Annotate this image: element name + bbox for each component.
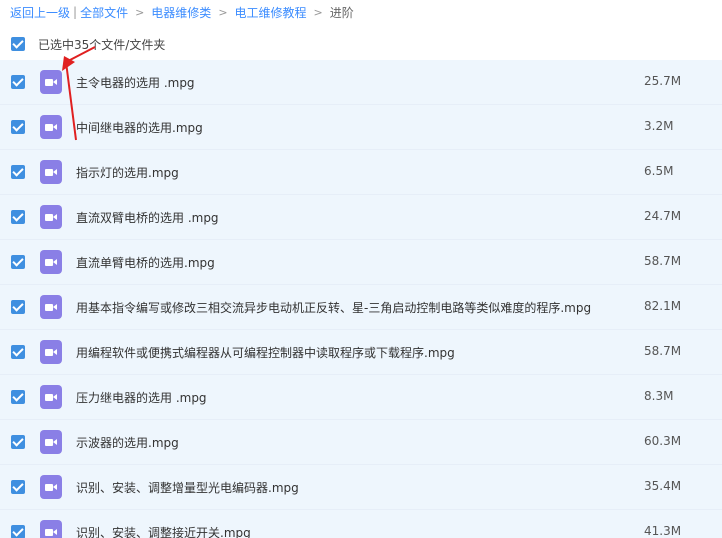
video-file-icon bbox=[40, 475, 62, 499]
file-checkbox[interactable] bbox=[11, 525, 25, 538]
file-name[interactable]: 中间继电器的选用.mpg bbox=[76, 119, 203, 136]
video-file-icon bbox=[40, 250, 62, 274]
video-file-icon bbox=[40, 430, 62, 454]
file-checkbox[interactable] bbox=[11, 435, 25, 449]
file-name[interactable]: 示波器的选用.mpg bbox=[76, 434, 179, 451]
file-size: 58.7M bbox=[644, 344, 682, 358]
file-row[interactable]: 压力继电器的选用 .mpg 8.3M bbox=[0, 375, 722, 420]
video-file-icon bbox=[40, 115, 62, 139]
file-checkbox[interactable] bbox=[11, 480, 25, 494]
file-size: 35.4M bbox=[644, 479, 682, 493]
file-row[interactable]: 用编程软件或便携式编程器从可编程控制器中读取程序或下载程序.mpg 58.7M bbox=[0, 330, 722, 375]
video-file-icon bbox=[40, 160, 62, 184]
file-row[interactable]: 主令电器的选用 .mpg 25.7M bbox=[0, 60, 722, 105]
breadcrumb-separator-icon: > bbox=[218, 5, 228, 19]
video-file-icon bbox=[40, 295, 62, 319]
file-checkbox[interactable] bbox=[11, 390, 25, 404]
file-size: 82.1M bbox=[644, 299, 682, 313]
file-checkbox[interactable] bbox=[11, 75, 25, 89]
video-file-icon bbox=[40, 340, 62, 364]
file-size: 6.5M bbox=[644, 164, 674, 178]
file-row[interactable]: 识别、安装、调整接近开关.mpg 41.3M bbox=[0, 510, 722, 538]
video-file-icon bbox=[40, 70, 62, 94]
file-size: 41.3M bbox=[644, 524, 682, 538]
file-row[interactable]: 中间继电器的选用.mpg 3.2M bbox=[0, 105, 722, 150]
file-checkbox[interactable] bbox=[11, 120, 25, 134]
file-list: 主令电器的选用 .mpg 25.7M 中间继电器的选用.mpg 3.2M 指示灯的选用.… bbox=[0, 60, 722, 538]
file-row[interactable]: 用基本指令编写或修改三相交流异步电动机正反转、星-三角启动控制电路等类似难度的程… bbox=[0, 285, 722, 330]
file-row[interactable]: 直流双臂电桥的选用 .mpg 24.7M bbox=[0, 195, 722, 240]
all-files-link[interactable]: 全部文件 bbox=[80, 4, 128, 21]
file-checkbox[interactable] bbox=[11, 300, 25, 314]
file-row[interactable]: 指示灯的选用.mpg 6.5M bbox=[0, 150, 722, 195]
file-row[interactable]: 示波器的选用.mpg 60.3M bbox=[0, 420, 722, 465]
video-file-icon bbox=[40, 205, 62, 229]
back-link[interactable]: 返回上一级 bbox=[10, 4, 70, 21]
file-size: 25.7M bbox=[644, 74, 682, 88]
file-size: 8.3M bbox=[644, 389, 674, 403]
file-name[interactable]: 主令电器的选用 .mpg bbox=[76, 74, 195, 91]
file-checkbox[interactable] bbox=[11, 255, 25, 269]
selection-summary: 已选中35个文件/文件夹 bbox=[38, 37, 166, 52]
file-name[interactable]: 指示灯的选用.mpg bbox=[76, 164, 179, 181]
file-name[interactable]: 用编程软件或便携式编程器从可编程控制器中读取程序或下载程序.mpg bbox=[76, 344, 455, 361]
file-name[interactable]: 识别、安装、调整增量型光电编码器.mpg bbox=[76, 479, 299, 496]
breadcrumb-separator-icon: > bbox=[313, 5, 323, 19]
breadcrumb-current: 进阶 bbox=[329, 5, 354, 20]
file-checkbox[interactable] bbox=[11, 165, 25, 179]
select-all-checkbox[interactable] bbox=[11, 37, 25, 51]
breadcrumb-separator-icon: > bbox=[135, 5, 145, 19]
file-row[interactable]: 直流单臂电桥的选用.mpg 58.7M bbox=[0, 240, 722, 285]
file-size: 3.2M bbox=[644, 119, 674, 133]
breadcrumb-item-level2[interactable]: 电工维修教程 bbox=[235, 4, 307, 21]
selection-bar: 已选中35个文件/文件夹 bbox=[0, 32, 722, 56]
file-size: 24.7M bbox=[644, 209, 682, 223]
file-name[interactable]: 压力继电器的选用 .mpg bbox=[76, 389, 207, 406]
breadcrumb-item-level1[interactable]: 电器维修类 bbox=[151, 4, 211, 21]
file-name[interactable]: 识别、安装、调整接近开关.mpg bbox=[76, 524, 251, 538]
file-name[interactable]: 用基本指令编写或修改三相交流异步电动机正反转、星-三角启动控制电路等类似难度的程… bbox=[76, 299, 591, 316]
file-size: 60.3M bbox=[644, 434, 682, 448]
file-size: 58.7M bbox=[644, 254, 682, 268]
video-file-icon bbox=[40, 520, 62, 538]
file-name[interactable]: 直流双臂电桥的选用 .mpg bbox=[76, 209, 219, 226]
file-checkbox[interactable] bbox=[11, 210, 25, 224]
file-row[interactable]: 识别、安装、调整增量型光电编码器.mpg 35.4M bbox=[0, 465, 722, 510]
file-name[interactable]: 直流单臂电桥的选用.mpg bbox=[76, 254, 215, 271]
breadcrumb-divider: | bbox=[73, 5, 78, 19]
breadcrumb: 返回上一级 | 全部文件 > 电器维修类 > 电工维修教程 > 进阶 bbox=[10, 3, 354, 21]
file-checkbox[interactable] bbox=[11, 345, 25, 359]
video-file-icon bbox=[40, 385, 62, 409]
